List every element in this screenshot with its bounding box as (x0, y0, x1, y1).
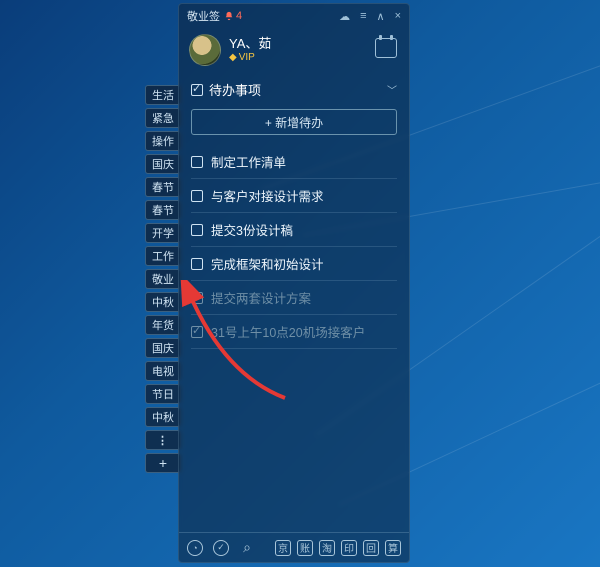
vip-badge: ◆ VIP (229, 52, 271, 64)
clock-icon[interactable]: ◔ (187, 540, 203, 556)
todo-item[interactable]: 提交3份设计稿 (191, 213, 397, 247)
category-chip[interactable]: 紧急 (145, 108, 181, 128)
todo-section-icon (191, 84, 203, 96)
username: YA、茹 (229, 36, 271, 52)
todo-label: 完成框架和初始设计 (211, 254, 324, 273)
more-categories-button[interactable]: ⋮ (145, 430, 181, 450)
category-chip[interactable]: 春节 (145, 177, 181, 197)
app-title: 敬业签 (187, 8, 220, 24)
bell-icon (224, 11, 234, 21)
calendar-icon[interactable] (375, 38, 397, 58)
todo-checkbox[interactable] (191, 224, 203, 236)
category-chip[interactable]: 开学 (145, 223, 181, 243)
cloud-sync-icon[interactable]: ☁ (339, 10, 350, 23)
todo-label: 制定工作清单 (211, 152, 286, 171)
todo-item[interactable]: 制定工作清单 (191, 145, 397, 179)
todo-checkbox[interactable] (191, 258, 203, 270)
todo-item[interactable]: 提交两套设计方案 (191, 281, 397, 315)
add-todo-button[interactable]: + 新增待办 (191, 109, 397, 135)
toolbar-left: ◔ ✓ ⌕ (187, 540, 255, 556)
yin-icon[interactable]: 印 (341, 540, 357, 556)
category-chip[interactable]: 工作 (145, 246, 181, 266)
diamond-icon: ◆ (229, 52, 237, 64)
title-bar: 敬业签 4 ☁ ≡ ∧ × (179, 4, 409, 28)
category-chip[interactable]: 中秋 (145, 407, 181, 427)
category-chip[interactable]: 年货 (145, 315, 181, 335)
category-chip[interactable]: 节日 (145, 384, 181, 404)
todo-checkbox[interactable] (191, 190, 203, 202)
todo-label: 提交3份设计稿 (211, 220, 293, 239)
tao-icon[interactable]: 淘 (319, 540, 335, 556)
todo-section-header[interactable]: 待办事项 ﹀ (179, 76, 409, 103)
category-chip[interactable]: 国庆 (145, 338, 181, 358)
notification-badge[interactable]: 4 (224, 10, 242, 22)
category-chip[interactable]: 电视 (145, 361, 181, 381)
todo-checkbox[interactable] (191, 156, 203, 168)
category-chip[interactable]: 国庆 (145, 154, 181, 174)
suan-icon[interactable]: 算 (385, 540, 401, 556)
todo-label: 与客户对接设计需求 (211, 186, 324, 205)
toolbar-right: 京账淘印回算 (275, 540, 401, 556)
todo-item[interactable]: 完成框架和初始设计 (191, 247, 397, 281)
avatar[interactable] (189, 34, 221, 66)
category-chip[interactable]: 春节 (145, 200, 181, 220)
category-chip[interactable]: 操作 (145, 131, 181, 151)
check-icon[interactable]: ✓ (213, 540, 229, 556)
todo-checkbox[interactable] (191, 292, 203, 304)
category-chip[interactable]: 敬业 (145, 269, 181, 289)
search-icon[interactable]: ⌕ (239, 540, 255, 556)
menu-icon[interactable]: ≡ (360, 10, 366, 22)
todo-item[interactable]: 与客户对接设计需求 (191, 179, 397, 213)
category-chip[interactable]: 生活 (145, 85, 181, 105)
collapse-icon[interactable]: ∧ (377, 10, 385, 23)
jing-icon[interactable]: 京 (275, 540, 291, 556)
bottom-toolbar: ◔ ✓ ⌕ 京账淘印回算 (179, 532, 409, 562)
hui-icon[interactable]: 回 (363, 540, 379, 556)
app-panel: 敬业签 4 ☁ ≡ ∧ × YA、茹 ◆ VIP 待办事项 ﹀ + 新增 (178, 3, 410, 563)
todo-label: 31号上午10点20机场接客户 (211, 322, 365, 341)
section-title: 待办事项 (209, 80, 261, 99)
todo-list: 制定工作清单与客户对接设计需求提交3份设计稿完成框架和初始设计提交两套设计方案 3… (179, 145, 409, 532)
todo-label: 提交两套设计方案 (211, 288, 311, 307)
close-icon[interactable]: × (395, 10, 401, 22)
profile-row: YA、茹 ◆ VIP (179, 28, 409, 76)
chevron-down-icon: ﹀ (387, 82, 397, 97)
category-chips: 生活紧急操作国庆春节春节开学工作敬业中秋年货国庆电视节日中秋⋮+ (145, 85, 181, 473)
todo-checkbox[interactable] (191, 326, 203, 338)
zhang-icon[interactable]: 账 (297, 540, 313, 556)
category-chip[interactable]: 中秋 (145, 292, 181, 312)
add-category-button[interactable]: + (145, 453, 181, 473)
todo-item[interactable]: 31号上午10点20机场接客户 (191, 315, 397, 349)
